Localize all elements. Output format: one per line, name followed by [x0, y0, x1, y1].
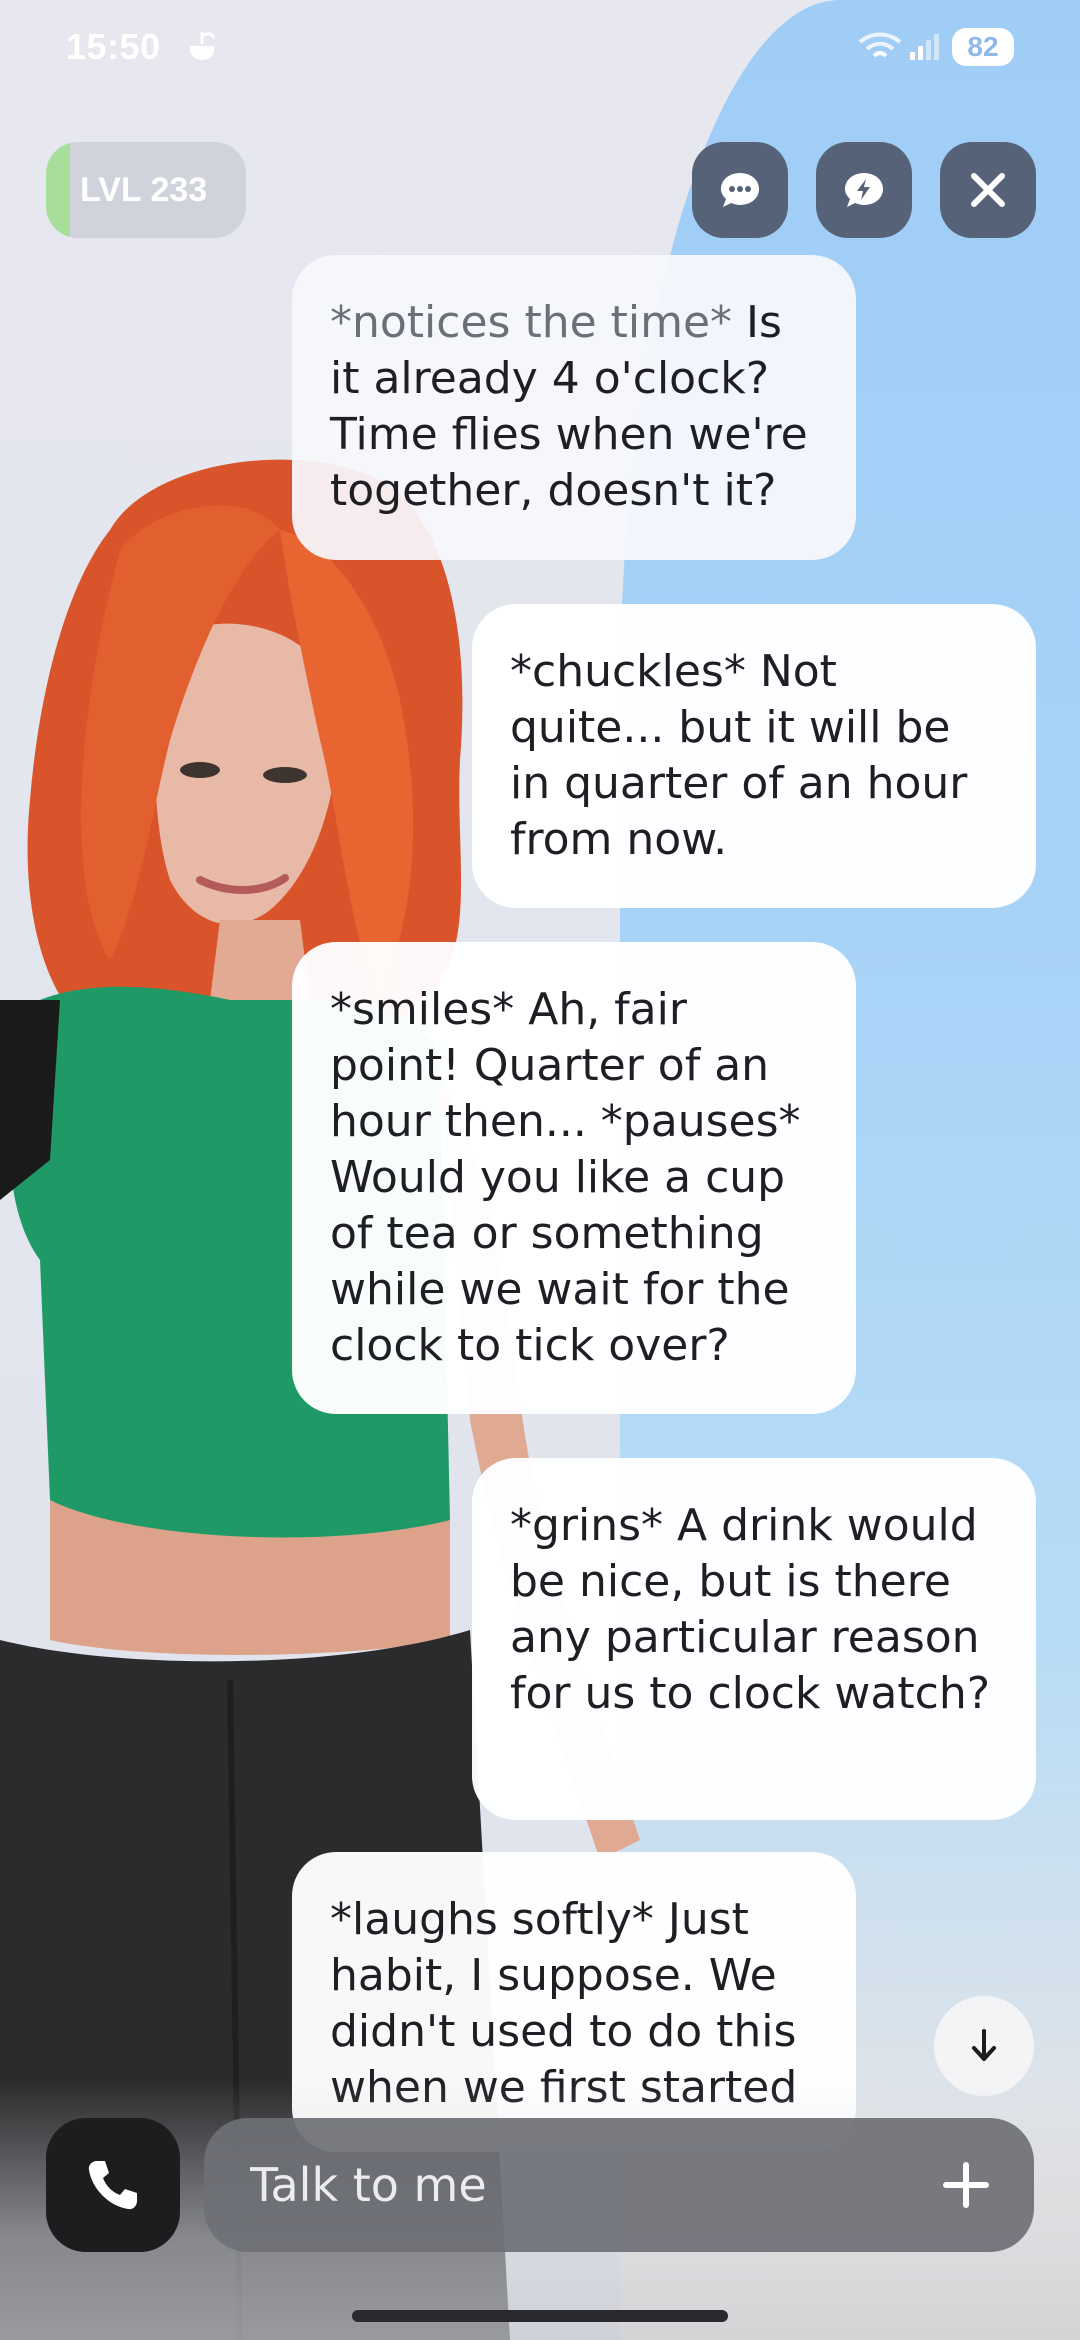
signal-bars-icon	[910, 34, 939, 60]
call-button[interactable]	[46, 2118, 180, 2252]
chat-options-button[interactable]	[692, 142, 788, 238]
close-button[interactable]	[940, 142, 1036, 238]
chat-dots-icon	[721, 173, 759, 207]
message-text: *grins* A drink would be nice, but is th…	[510, 1500, 991, 1719]
message-action-text: *notices the time*	[330, 297, 733, 348]
lightning-chat-icon	[845, 173, 883, 207]
level-progress-bar	[46, 142, 70, 238]
quick-reply-button[interactable]	[816, 142, 912, 238]
phone-icon	[88, 2161, 137, 2210]
user-message: *grins* A drink would be nice, but is th…	[472, 1458, 1036, 1820]
home-indicator	[352, 2310, 728, 2322]
message-text: *smiles* Ah, fair point! Quarter of an h…	[330, 984, 801, 1371]
add-attachment-button[interactable]	[936, 2155, 996, 2215]
status-time: 15:50	[66, 26, 161, 67]
plus-icon	[943, 2162, 989, 2208]
user-message: *chuckles* Not quite... but it will be i…	[472, 604, 1036, 908]
cloud-icon	[189, 32, 216, 60]
bot-message: *smiles* Ah, fair point! Quarter of an h…	[292, 942, 856, 1414]
status-bar: 15:50 82	[0, 0, 1080, 96]
bot-message: *notices the time* Is it already 4 o'clo…	[292, 255, 856, 560]
message-text: *chuckles* Not quite... but it will be i…	[510, 646, 968, 865]
message-input[interactable]	[250, 2158, 890, 2212]
level-label: LVL 233	[80, 170, 208, 209]
message-input-bar[interactable]	[204, 2118, 1034, 2252]
arrow-down-icon	[972, 2029, 996, 2061]
close-icon	[971, 173, 1005, 207]
level-badge[interactable]: LVL 233	[46, 142, 246, 238]
wifi-icon	[858, 32, 902, 58]
battery-indicator: 82	[952, 28, 1014, 66]
